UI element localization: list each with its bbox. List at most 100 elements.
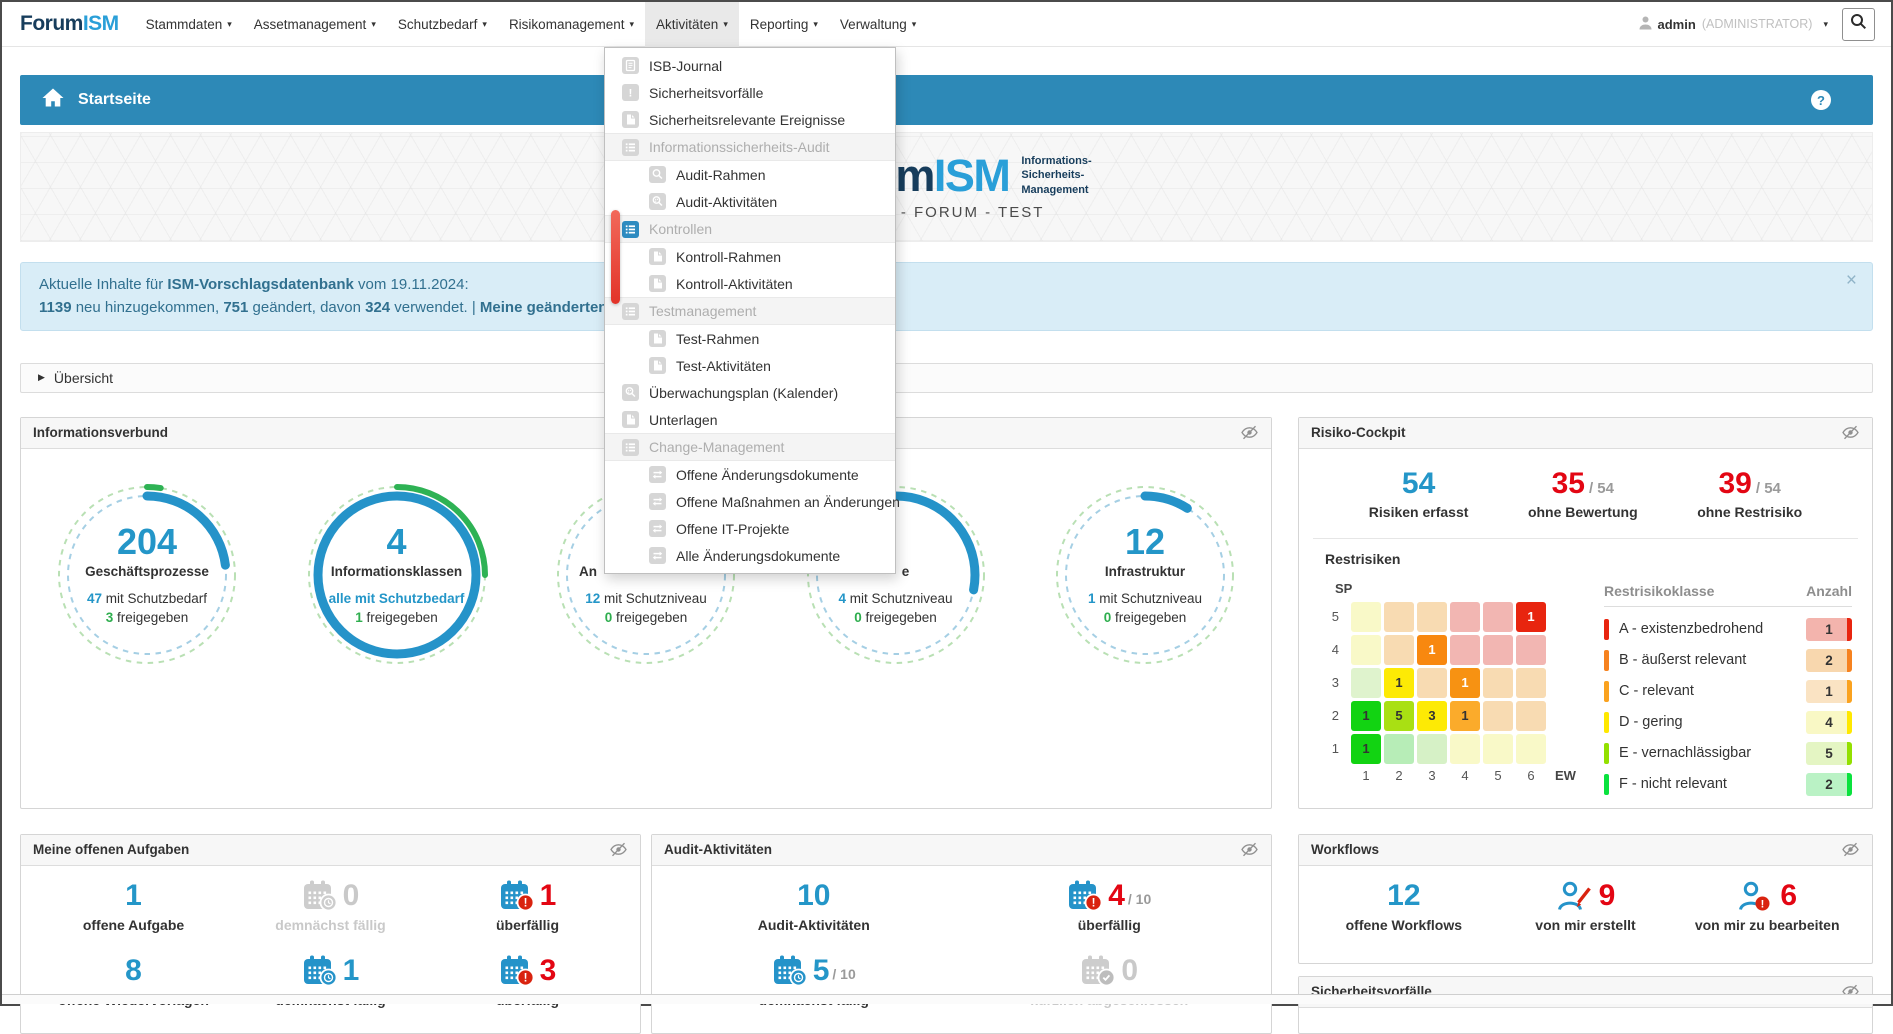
menu-item-offene-it-projekte[interactable]: Offene IT-Projekte [605,515,895,542]
hide-widget-button[interactable] [1841,425,1860,440]
legend-row-e[interactable]: E - vernachlässigbar5 [1604,742,1852,765]
chevron-down-icon: ▾ [630,19,635,30]
panel-title: Workflows [1311,842,1379,857]
legend-row-b[interactable]: B - äußerst relevant2 [1604,649,1852,672]
menu-item-audit-aktivitäten[interactable]: Audit-Aktivitäten [605,188,895,215]
donut-label: Informationsklassen [331,564,462,579]
nav-item-reporting[interactable]: Reporting▾ [739,2,829,47]
person-edit-icon [1556,880,1594,911]
hide-widget-button[interactable] [609,842,628,857]
doc-icon [649,330,666,347]
legend-label: D - gering [1619,714,1683,730]
menu-item-change-management: Change-Management [605,433,895,461]
matrix-cell-sp1-ew1[interactable]: 1 [1351,734,1381,764]
matrix-cell-sp2-ew1[interactable]: 1 [1351,701,1381,731]
menu-item-offene-änderungsdokumente[interactable]: Offene Änderungsdokumente [605,461,895,488]
stat-offene-aufgabe[interactable]: 1offene Aufgabe [35,876,232,933]
matrix-cell-sp3-ew6 [1516,668,1546,698]
legend-color-bar [1604,712,1609,733]
stat-von-mir-erstellt[interactable]: 9von mir erstellt [1495,876,1677,933]
donut-chart-geschäftsprozesse[interactable]: 204Geschäftsprozesse47 mit Schutzbedarf3… [51,479,243,671]
stat-von-mir-zu-bearbeiten[interactable]: !6von mir zu bearbeiten [1676,876,1858,933]
nav-item-risikomanagement[interactable]: Risikomanagement▾ [498,2,645,47]
donut-sub2: 3 freigegeben [106,610,189,625]
stat-suffix: / 10 [1128,891,1151,907]
menu-item-test-aktivitäten[interactable]: Test-Aktivitäten [605,352,895,379]
list-icon [622,139,639,156]
stat-value: 6 [1780,881,1797,911]
menu-item-audit-rahmen[interactable]: Audit-Rahmen [605,161,895,188]
legend-row-c[interactable]: C - relevant1 [1604,680,1852,703]
menu-item-unterlagen[interactable]: Unterlagen [605,406,895,433]
risk-stat-ohne-restrisiko[interactable]: 39/ 54ohne Restrisiko [1697,469,1802,520]
stat-demnächst-fällig[interactable]: 0demnächst fällig [232,876,429,933]
nav-item-aktivitäten[interactable]: Aktivitäten▾ [645,2,739,47]
menu-item-kontroll-rahmen[interactable]: Kontroll-Rahmen [605,243,895,270]
nav-item-stammdaten[interactable]: Stammdaten▾ [135,2,243,47]
matrix-col-label: 6 [1516,768,1546,783]
legend-row-a[interactable]: A - existenzbedrohend1 [1604,618,1852,641]
menu-item-überwachungsplan-kalender-[interactable]: Überwachungsplan (Kalender) [605,379,895,406]
menu-item-sicherheitsrelevante-ereignisse[interactable]: Sicherheitsrelevante Ereignisse [605,106,895,133]
matrix-col-label: 2 [1384,768,1414,783]
home-icon[interactable] [42,88,64,112]
list-icon [622,439,639,456]
hide-widget-button[interactable] [1240,425,1259,440]
update-notice: Aktuelle Inhalte für ISM-Vorschlagsdaten… [20,262,1873,331]
person-alert-icon: ! [1737,880,1775,911]
donut-sub2: 0 freigegeben [1104,610,1187,625]
stat-value: 1 [540,881,557,911]
matrix-cell-sp5-ew6[interactable]: 1 [1516,602,1546,632]
menu-item-isb-journal[interactable]: ISB-Journal [605,52,895,79]
nav-item-assetmanagement[interactable]: Assetmanagement▾ [243,2,387,47]
donut-value: 204 [117,524,177,561]
legend-row-d[interactable]: D - gering4 [1604,711,1852,734]
menu-item-label: Test-Aktivitäten [676,358,771,374]
matrix-cell-sp3-ew2[interactable]: 1 [1384,668,1414,698]
nav-menu: Stammdaten▾Assetmanagement▾Schutzbedarf▾… [135,2,928,47]
hide-widget-button[interactable] [1240,842,1259,857]
app-logo[interactable]: ForumISM [20,12,119,36]
menu-item-sicherheitsvorfälle[interactable]: !Sicherheitsvorfälle [605,79,895,106]
matrix-cell-sp5-ew1 [1351,602,1381,632]
nav-item-label: Verwaltung [840,17,907,32]
matrix-cell-sp2-ew3[interactable]: 3 [1417,701,1447,731]
close-icon[interactable]: × [1846,271,1857,290]
donut-value: 12 [1125,524,1165,561]
donut-chart-informationsklassen[interactable]: 4Informationsklassenalle mit Schutzbedar… [301,479,493,671]
matrix-col-label: 3 [1417,768,1447,783]
risk-stat-risiken-erfasst[interactable]: 54Risiken erfasst [1369,469,1469,520]
stat-überfällig[interactable]: !1 überfällig [429,876,626,933]
menu-item-test-rahmen[interactable]: Test-Rahmen [605,325,895,352]
menu-item-offene-maßnahmen-an-änderungen[interactable]: Offene Maßnahmen an Änderungen [605,488,895,515]
legend-row-f[interactable]: F - nicht relevant2 [1604,773,1852,796]
hide-widget-button[interactable] [1841,842,1860,857]
horizontal-scrollbar[interactable] [2,994,1891,1004]
aktivitaeten-dropdown-menu: ISB-Journal!SicherheitsvorfälleSicherhei… [604,47,896,574]
nav-item-schutzbedarf[interactable]: Schutzbedarf▾ [387,2,498,47]
help-button[interactable]: ? [1811,90,1831,110]
stat-überfällig[interactable]: !4/ 10überfällig [962,876,1258,933]
overview-toggle[interactable]: ▶ Übersicht [20,363,1873,393]
searchcal-icon [649,193,666,210]
cal-alert-icon: ! [499,880,535,911]
menu-item-alle-änderungsdokumente[interactable]: Alle Änderungsdokumente [605,542,895,569]
menu-item-kontroll-aktivitäten[interactable]: Kontroll-Aktivitäten [605,270,895,297]
matrix-cell-sp2-ew2[interactable]: 5 [1384,701,1414,731]
stat-offene-workflows[interactable]: 12offene Workflows [1313,876,1495,933]
nav-item-verwaltung[interactable]: Verwaltung▾ [829,2,927,47]
matrix-cell-sp2-ew4[interactable]: 1 [1450,701,1480,731]
stat-value: 9 [1599,881,1616,911]
stat-label: überfällig [429,917,626,933]
donut-chart-infrastruktur[interactable]: 12Infrastruktur1 mit Schutzniveau0 freig… [1049,479,1241,671]
search-button[interactable] [1842,8,1875,41]
legend-label: C - relevant [1619,683,1694,699]
matrix-cell-sp3-ew4[interactable]: 1 [1450,668,1480,698]
risk-stat-ohne-bewertung[interactable]: 35/ 54ohne Bewertung [1528,469,1638,520]
stat-audit-aktivitäten[interactable]: 10Audit-Aktivitäten [666,876,962,933]
stat-value: 1 [343,956,360,986]
legend-label: A - existenzbedrohend [1619,621,1763,637]
matrix-cell-sp4-ew3[interactable]: 1 [1417,635,1447,665]
user-menu[interactable]: admin (ADMINISTRATOR) ▾ [1639,16,1828,33]
legend-label: F - nicht relevant [1619,776,1727,792]
